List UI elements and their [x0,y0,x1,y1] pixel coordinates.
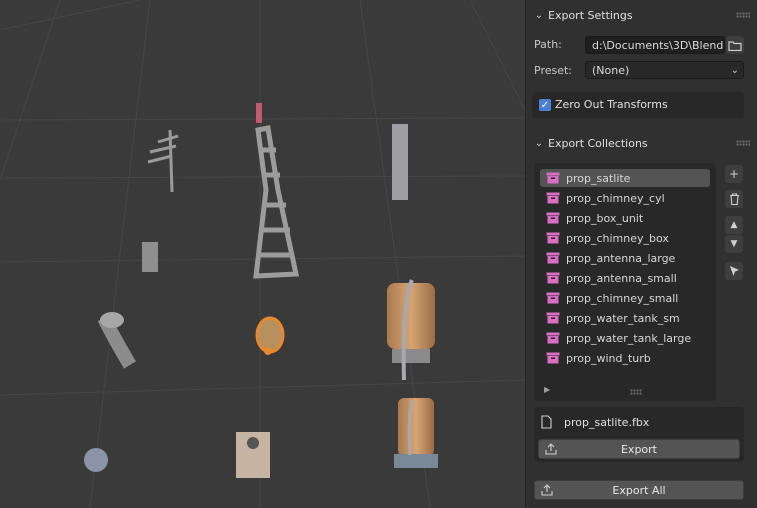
list-item[interactable]: prop_wind_turb [540,349,710,367]
list-item-label: prop_antenna_small [566,271,677,285]
list-item-label: prop_satlite [566,171,631,185]
export-collections-title: Export Collections [548,136,648,150]
list-item[interactable]: prop_box_unit [540,209,710,227]
export-settings-title: Export Settings [548,8,633,22]
file-icon [541,415,552,432]
collection-box-icon [546,192,560,204]
path-label: Path: [534,38,562,51]
chimney-box-object [392,124,408,200]
collection-box-icon [546,212,560,224]
box-unit-object [236,432,270,478]
list-item-label: prop_wind_turb [566,351,651,365]
list-item[interactable]: prop_satlite [540,169,710,187]
add-collection-button[interactable]: + [725,165,743,183]
water-tank-large-object [387,279,435,381]
list-item[interactable]: prop_water_tank_sm [540,309,710,327]
3d-viewport[interactable] [0,0,525,508]
collection-box-icon [546,172,560,184]
satellite-object [255,316,285,355]
drag-grip-icon[interactable] [736,140,750,146]
preset-label: Preset: [534,64,573,77]
collection-box-icon [546,292,560,304]
list-item-label: prop_chimney_cyl [566,191,665,205]
select-cursor-icon[interactable] [725,262,743,280]
preset-value: (None) [592,64,630,77]
list-item-label: prop_box_unit [566,211,644,225]
list-item[interactable]: prop_antenna_large [540,249,710,267]
collection-box-icon [546,332,560,344]
export-panel: ⌄ Export Settings Path: d:\Documents\3D\… [525,0,757,508]
antenna-tip [256,103,262,123]
antenna-large-object [253,125,300,279]
export-file-name: prop_satlite.fbx [564,416,650,429]
export-settings-header[interactable]: ⌄ Export Settings [530,4,752,26]
list-item-label: prop_water_tank_sm [566,311,680,325]
collection-box-icon [546,252,560,264]
list-item-label: prop_water_tank_large [566,331,692,345]
collection-box-icon [546,312,560,324]
export-all-label: Export All [612,483,666,497]
list-item-label: prop_chimney_small [566,291,679,305]
zero-out-label: Zero Out Transforms [555,98,668,111]
export-icon [545,443,557,458]
list-item[interactable]: prop_water_tank_large [540,329,710,347]
move-down-button[interactable]: ▼ [725,235,743,253]
water-tank-small-object [394,398,438,468]
antenna-small-object [147,129,179,193]
export-icon [541,484,553,499]
zero-out-checkbox[interactable]: ✓ [539,99,551,111]
list-item[interactable]: prop_chimney_small [540,289,710,307]
list-item-label: prop_chimney_box [566,231,669,245]
collection-box-icon [546,352,560,364]
drag-grip-icon[interactable] [736,12,750,18]
chevron-down-icon: ⌄ [730,65,739,76]
wind-turb-object [84,448,108,472]
collection-box-icon [546,232,560,244]
export-all-button[interactable]: Export All [534,480,744,500]
chimney-small-object [142,242,158,272]
list-item[interactable]: prop_antenna_small [540,269,710,287]
list-item[interactable]: prop_chimney_cyl [540,189,710,207]
viewport-scene [0,0,525,508]
expand-arrow-icon[interactable]: ▶ [544,385,550,394]
export-label: Export [620,442,657,456]
export-button[interactable]: Export [538,439,740,459]
chevron-down-icon: ⌄ [534,9,544,21]
path-field[interactable]: d:\Documents\3D\Blend... [585,36,725,54]
resize-grip-icon[interactable] [630,389,642,395]
preset-dropdown[interactable]: (None) ⌄ [585,61,744,79]
list-item[interactable]: prop_chimney_box [540,229,710,247]
move-up-button[interactable]: ▲ [725,216,743,234]
folder-icon[interactable] [726,36,744,54]
collection-box-icon [546,272,560,284]
trash-icon[interactable] [725,190,743,208]
export-collections-header[interactable]: ⌄ Export Collections [530,132,752,154]
chevron-down-icon: ⌄ [534,137,544,149]
list-item-label: prop_antenna_large [566,251,676,265]
collection-list[interactable]: prop_satlite prop_chimney_cyl prop_box_uni… [534,163,716,401]
